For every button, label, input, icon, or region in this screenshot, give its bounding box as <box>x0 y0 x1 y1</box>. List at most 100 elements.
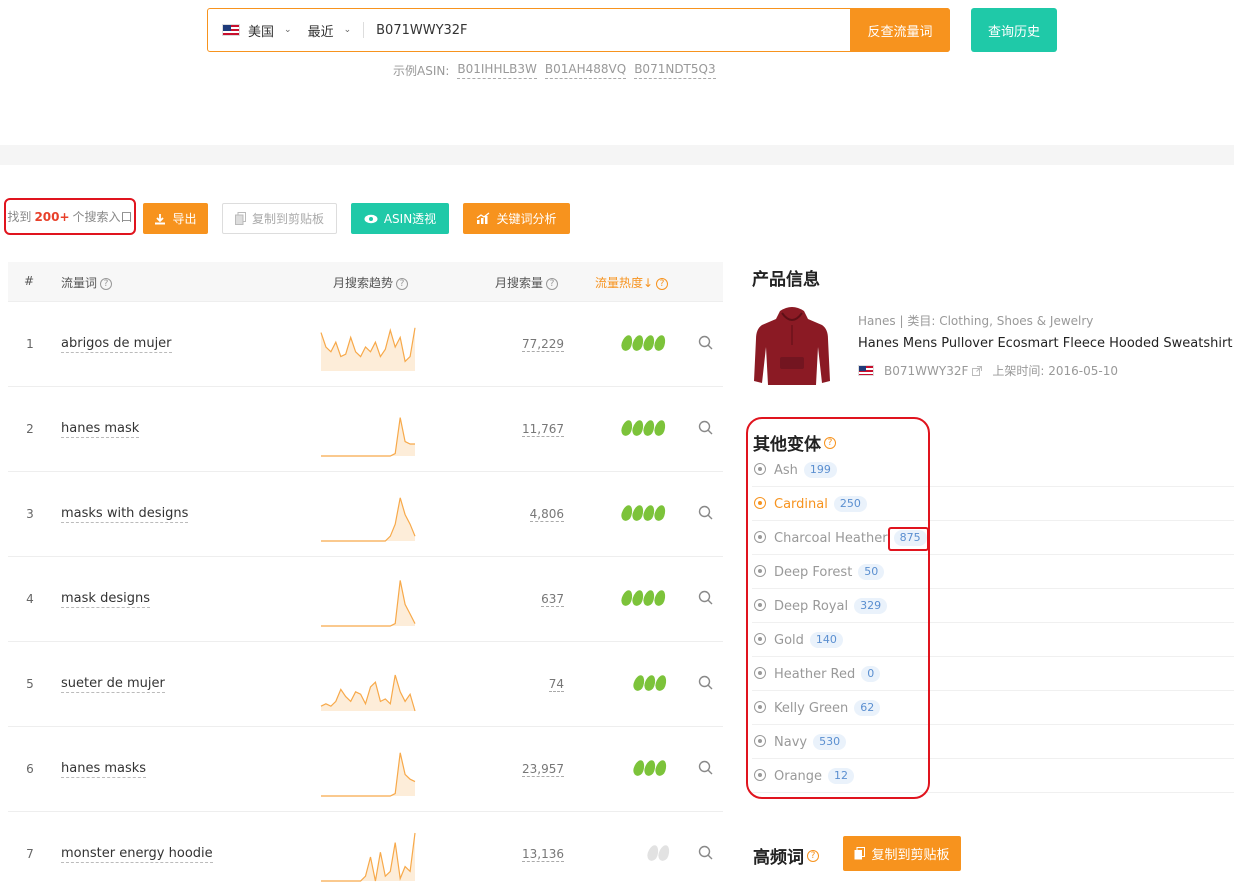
col-volume[interactable]: 月搜索量? <box>495 274 559 291</box>
row-index: 2 <box>26 422 34 436</box>
highlight-annotation <box>888 527 929 551</box>
trend-sparkline[interactable] <box>320 659 416 713</box>
row-index: 1 <box>26 337 34 351</box>
help-icon[interactable]: ? <box>807 849 819 862</box>
eye-icon <box>364 214 378 223</box>
help-icon[interactable]: ? <box>100 278 113 290</box>
chevron-down-icon[interactable]: ⌄ <box>284 25 292 35</box>
search-bar: 美国 ⌄ 最近 ⌄ 反查流量词 <box>207 8 950 52</box>
asin-input[interactable] <box>376 22 837 38</box>
query-history-button[interactable]: 查询历史 <box>971 8 1057 52</box>
heat-leaf-icon <box>653 673 669 693</box>
period-select[interactable]: 最近 <box>308 21 334 40</box>
col-keyword: 流量词? <box>61 274 113 291</box>
product-brand[interactable]: Hanes <box>858 314 896 328</box>
table-row: 6 hanes masks 23,957 <box>8 727 723 812</box>
table-row: 2 hanes mask 11,767 <box>8 387 723 472</box>
table-row: 1 abrigos de mujer 77,229 <box>8 302 723 387</box>
highlight-annotation <box>746 417 930 799</box>
row-index: 4 <box>26 592 34 606</box>
search-volume[interactable]: 23,957 <box>522 762 564 777</box>
trend-sparkline[interactable] <box>320 744 416 798</box>
country-select[interactable]: 美国 <box>248 21 274 40</box>
copy-high-freq-button[interactable]: 复制到剪贴板 <box>843 836 961 871</box>
reverse-lookup-button[interactable]: 反查流量词 <box>850 8 950 52</box>
divider <box>363 22 365 38</box>
search-volume[interactable]: 4,806 <box>529 507 564 522</box>
example-asin-link[interactable]: B01IHHLB3W <box>457 62 537 79</box>
search-volume[interactable]: 77,229 <box>522 337 564 352</box>
heat-leaf-icon <box>652 333 668 353</box>
example-asins: 示例ASIN: B01IHHLB3W B01AH488VQ B071NDT5Q3 <box>393 62 716 79</box>
copy-clipboard-button[interactable]: 复制到剪贴板 <box>222 203 337 234</box>
heat-rating <box>619 503 668 523</box>
row-index: 3 <box>26 507 34 521</box>
search-icon[interactable] <box>698 420 713 435</box>
search-icon[interactable] <box>698 335 713 350</box>
search-icon[interactable] <box>698 760 713 775</box>
keyword-link[interactable]: hanes mask <box>61 421 140 438</box>
trend-sparkline[interactable] <box>320 489 416 543</box>
help-icon[interactable]: ? <box>546 278 559 290</box>
search-icon[interactable] <box>698 845 713 860</box>
help-icon[interactable]: ? <box>396 278 409 290</box>
heat-leaf-icon <box>653 758 669 778</box>
high-freq-title: 高频词 <box>753 848 804 868</box>
table-row: 5 sueter de mujer 74 <box>8 642 723 727</box>
help-icon[interactable]: ? <box>656 278 669 290</box>
search-volume[interactable]: 637 <box>541 592 564 607</box>
trend-sparkline[interactable] <box>320 319 416 373</box>
heat-rating <box>645 843 672 863</box>
trend-sparkline[interactable] <box>320 404 416 458</box>
asin-insight-button[interactable]: ASIN透视 <box>351 203 449 234</box>
search-volume[interactable]: 11,767 <box>522 422 564 437</box>
product-asin[interactable]: B071WWY32F <box>884 364 968 378</box>
result-count: 找到 200+ 个搜索入口 <box>4 198 136 235</box>
keyword-analysis-button[interactable]: 关键词分析 <box>463 203 570 234</box>
trend-sparkline[interactable] <box>320 829 416 883</box>
search-icon[interactable] <box>698 590 713 605</box>
heat-rating <box>631 673 669 693</box>
trend-sparkline[interactable] <box>320 574 416 628</box>
search-icon[interactable] <box>698 505 713 520</box>
heat-rating <box>619 418 668 438</box>
keyword-link[interactable]: abrigos de mujer <box>61 336 172 353</box>
search-icon[interactable] <box>698 675 713 690</box>
keyword-link[interactable]: monster energy hoodie <box>61 846 213 863</box>
examples-label: 示例ASIN: <box>393 64 450 78</box>
chevron-down-icon[interactable]: ⌄ <box>344 25 352 35</box>
heat-leaf-icon <box>652 503 668 523</box>
col-index: # <box>24 274 35 288</box>
heat-leaf-icon <box>652 588 668 608</box>
result-count-number: 200+ <box>34 209 70 224</box>
search-volume[interactable]: 74 <box>548 677 564 692</box>
keyword-link[interactable]: hanes masks <box>61 761 147 778</box>
keyword-link[interactable]: masks with designs <box>61 506 189 523</box>
keyword-link[interactable]: sueter de mujer <box>61 676 165 693</box>
export-button[interactable]: 导出 <box>143 203 208 234</box>
product-category[interactable]: Clothing, Shoes & Jewelry <box>939 314 1093 328</box>
example-asin-link[interactable]: B01AH488VQ <box>544 62 627 79</box>
category-label: 类目: <box>907 314 936 328</box>
product-image[interactable] <box>752 305 832 387</box>
section-divider <box>0 145 1234 165</box>
listed-label: 上架时间: <box>992 364 1045 378</box>
row-index: 5 <box>26 677 34 691</box>
keyword-link[interactable]: mask designs <box>61 591 150 608</box>
col-heat-sort[interactable]: 流量热度↓? <box>595 274 669 291</box>
heat-rating <box>619 333 668 353</box>
product-asin-line: B071WWY32F 上架时间: 2016-05-10 <box>858 362 1118 379</box>
sparkline-area <box>321 497 415 541</box>
heat-leaf-icon <box>652 418 668 438</box>
search-volume[interactable]: 13,136 <box>522 847 564 862</box>
sparkline-area <box>321 833 415 881</box>
row-index: 7 <box>26 847 34 861</box>
sparkline-area <box>321 580 415 626</box>
us-flag-icon <box>222 24 240 36</box>
us-flag-icon <box>858 365 874 376</box>
external-link-icon[interactable] <box>972 365 983 376</box>
listed-date: 2016-05-10 <box>1048 364 1118 378</box>
copy-icon <box>854 847 866 860</box>
product-title[interactable]: Hanes Mens Pullover Ecosmart Fleece Hood… <box>858 336 1232 351</box>
example-asin-link[interactable]: B071NDT5Q3 <box>634 62 716 79</box>
